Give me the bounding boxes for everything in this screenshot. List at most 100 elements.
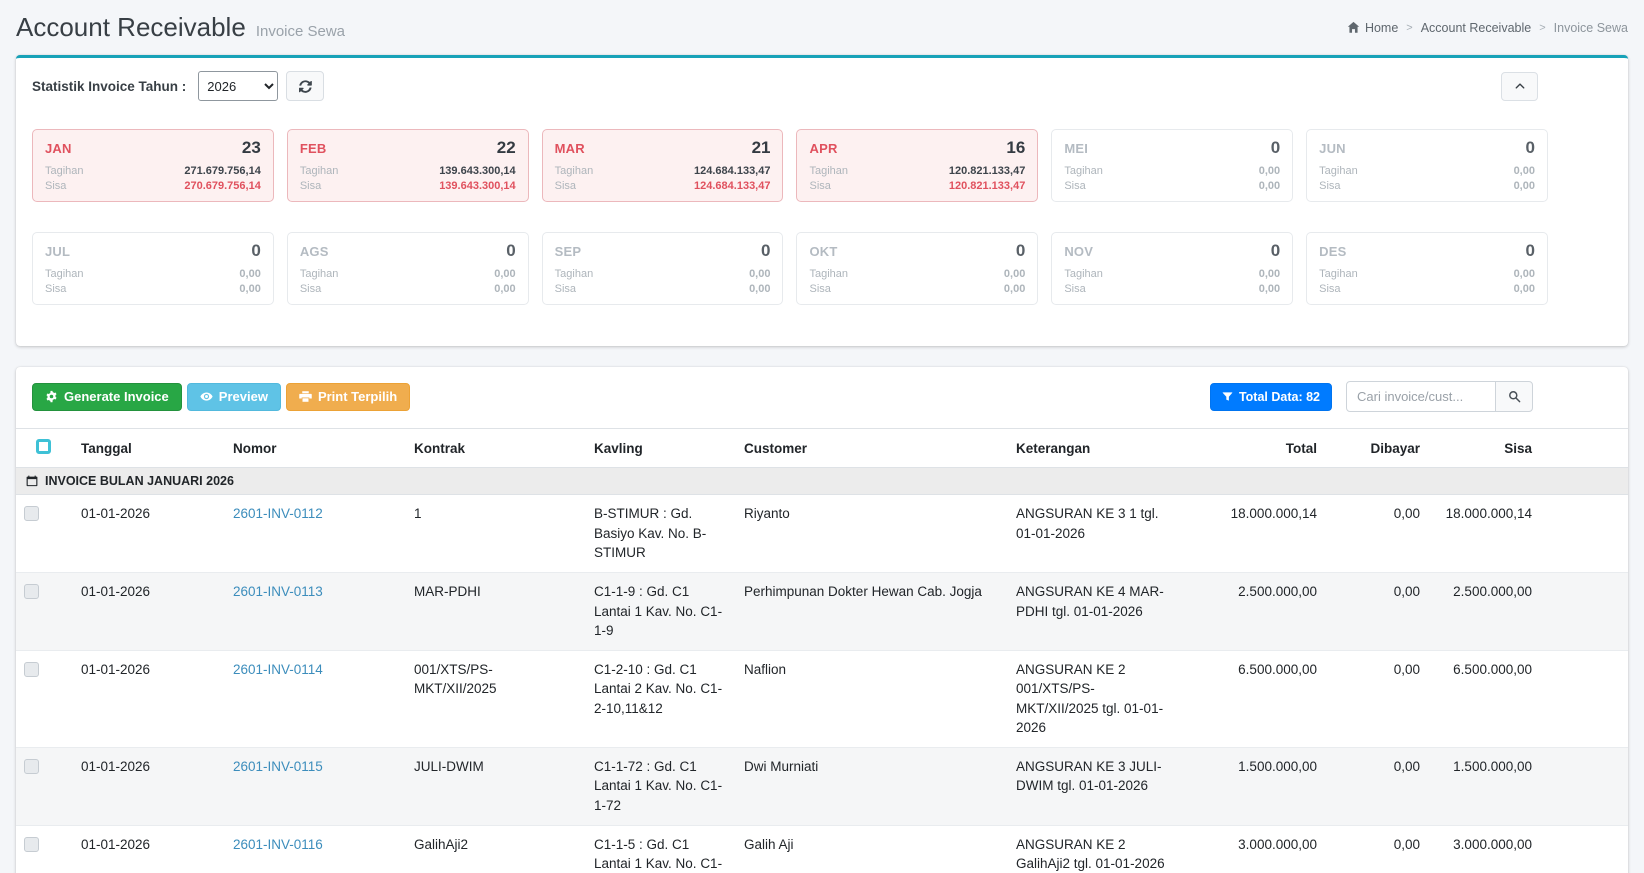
- month-name: JUL: [45, 244, 70, 259]
- row-checkbox[interactable]: [24, 584, 39, 599]
- header-sisa: Sisa: [1430, 429, 1542, 468]
- month-name: JUN: [1319, 141, 1346, 156]
- calendar-icon: [26, 475, 38, 487]
- year-select[interactable]: 2026: [198, 71, 278, 101]
- cell-keterangan: ANGSURAN KE 4 MAR-PDHI tgl. 01-01-2026: [1006, 572, 1176, 650]
- sisa-label: Sisa: [300, 179, 321, 194]
- sisa-label: Sisa: [1319, 179, 1340, 194]
- cell-total: 6.500.000,00: [1176, 650, 1327, 747]
- sisa-value: 120.821.133,47: [949, 179, 1025, 194]
- invoice-number-link[interactable]: 2601-INV-0116: [233, 837, 323, 852]
- month-card-nov: NOV 0 Tagihan0,00 Sisa0,00: [1051, 232, 1293, 305]
- invoice-number-link[interactable]: 2601-INV-0112: [233, 506, 323, 521]
- breadcrumb-separator: >: [1539, 22, 1545, 34]
- chevron-up-icon: [1514, 80, 1526, 92]
- sisa-value: 0,00: [1259, 179, 1280, 194]
- cell-dibayar: 0,00: [1327, 572, 1430, 650]
- sisa-label: Sisa: [45, 282, 66, 297]
- tagihan-value: 271.679.756,14: [184, 164, 260, 179]
- row-checkbox[interactable]: [24, 662, 39, 677]
- row-checkbox[interactable]: [24, 837, 39, 852]
- months-grid: JAN 23 Tagihan271.679.756,14 Sisa270.679…: [16, 113, 1628, 346]
- breadcrumb-home-label: Home: [1365, 21, 1398, 35]
- cell-kavling: C1-2-10 : Gd. C1 Lantai 2 Kav. No. C1-2-…: [584, 650, 734, 747]
- sisa-value: 0,00: [1004, 282, 1025, 297]
- invoice-number-link[interactable]: 2601-INV-0114: [233, 662, 323, 677]
- preview-button[interactable]: Preview: [187, 383, 281, 411]
- month-card-ags: AGS 0 Tagihan0,00 Sisa0,00: [287, 232, 529, 305]
- month-group-row: INVOICE BULAN JANUARI 2026: [16, 468, 1628, 495]
- cell-customer: Naflion: [734, 650, 1006, 747]
- cell-kontrak: 1: [404, 495, 584, 573]
- invoice-number-link[interactable]: 2601-INV-0113: [233, 584, 323, 599]
- cell-kontrak: JULI-DWIM: [404, 747, 584, 825]
- collapse-button[interactable]: [1501, 72, 1538, 101]
- table-row: 01-01-2026 2601-INV-0115 JULI-DWIM C1-1-…: [16, 747, 1628, 825]
- month-card-mar: MAR 21 Tagihan124.684.133,47 Sisa124.684…: [542, 129, 784, 202]
- cell-dibayar: 0,00: [1327, 495, 1430, 573]
- tagihan-label: Tagihan: [809, 164, 848, 179]
- month-invoice-count: 0: [1016, 241, 1025, 261]
- header-total: Total: [1176, 429, 1327, 468]
- search-input[interactable]: [1346, 381, 1496, 412]
- tagihan-label: Tagihan: [1319, 164, 1358, 179]
- month-invoice-count: 0: [761, 241, 770, 261]
- filter-icon: [1222, 391, 1233, 402]
- month-card-apr: APR 16 Tagihan120.821.133,47 Sisa120.821…: [796, 129, 1038, 202]
- tagihan-label: Tagihan: [45, 267, 84, 282]
- month-invoice-count: 0: [1271, 241, 1280, 261]
- generate-invoice-button[interactable]: Generate Invoice: [32, 383, 182, 411]
- month-invoice-count: 16: [1006, 138, 1025, 158]
- sisa-value: 139.643.300,14: [439, 179, 515, 194]
- search-icon: [1508, 390, 1521, 403]
- breadcrumb-home-link[interactable]: Home: [1347, 21, 1398, 35]
- cell-dibayar: 0,00: [1327, 650, 1430, 747]
- statistics-card-header: Statistik Invoice Tahun : 2026: [16, 58, 1628, 113]
- tagihan-value: 0,00: [1259, 164, 1280, 179]
- cell-total: 3.000.000,00: [1176, 825, 1327, 873]
- month-card-des: DES 0 Tagihan0,00 Sisa0,00: [1306, 232, 1548, 305]
- sisa-label: Sisa: [1064, 282, 1085, 297]
- sisa-label: Sisa: [555, 179, 576, 194]
- cell-keterangan: ANGSURAN KE 2 GalihAji2 tgl. 01-01-2026: [1006, 825, 1176, 873]
- refresh-button[interactable]: [286, 71, 324, 101]
- sisa-label: Sisa: [300, 282, 321, 297]
- table-header-row: Tanggal Nomor Kontrak Kavling Customer K…: [16, 429, 1628, 468]
- tagihan-value: 139.643.300,14: [439, 164, 515, 179]
- gear-icon: [45, 390, 58, 403]
- cell-kavling: C1-1-5 : Gd. C1 Lantai 1 Kav. No. C1-1-5…: [584, 825, 734, 873]
- month-invoice-count: 0: [1526, 138, 1535, 158]
- breadcrumb-account-receivable-link[interactable]: Account Receivable: [1421, 21, 1531, 35]
- cell-sisa: 1.500.000,00: [1430, 747, 1542, 825]
- sisa-value: 0,00: [1514, 179, 1535, 194]
- month-card-mei: MEI 0 Tagihan0,00 Sisa0,00: [1051, 129, 1293, 202]
- header-kontrak: Kontrak: [404, 429, 584, 468]
- print-terpilih-button[interactable]: Print Terpilih: [286, 383, 410, 411]
- header-nomor: Nomor: [223, 429, 404, 468]
- toolbar: Generate Invoice Preview Print Terpilih: [16, 367, 1628, 428]
- header-dibayar: Dibayar: [1327, 429, 1430, 468]
- invoice-number-link[interactable]: 2601-INV-0115: [233, 759, 323, 774]
- cell-sisa: 6.500.000,00: [1430, 650, 1542, 747]
- cell-customer: Riyanto: [734, 495, 1006, 573]
- search-button[interactable]: [1495, 381, 1533, 412]
- page-subtitle: Invoice Sewa: [256, 23, 345, 40]
- month-invoice-count: 22: [497, 138, 516, 158]
- cell-total: 2.500.000,00: [1176, 572, 1327, 650]
- tagihan-label: Tagihan: [555, 164, 594, 179]
- row-checkbox[interactable]: [24, 506, 39, 521]
- total-data-button[interactable]: Total Data: 82: [1210, 383, 1332, 411]
- sisa-label: Sisa: [45, 179, 66, 194]
- page-title: Account Receivable: [16, 12, 246, 43]
- tagihan-label: Tagihan: [809, 267, 848, 282]
- row-checkbox[interactable]: [24, 759, 39, 774]
- cell-kontrak: MAR-PDHI: [404, 572, 584, 650]
- cell-sisa: 3.000.000,00: [1430, 825, 1542, 873]
- cell-kavling: B-STIMUR : Gd. Basiyo Kav. No. B-STIMUR: [584, 495, 734, 573]
- month-name: NOV: [1064, 244, 1093, 259]
- tagihan-label: Tagihan: [555, 267, 594, 282]
- tagihan-value: 0,00: [749, 267, 770, 282]
- sisa-label: Sisa: [1064, 179, 1085, 194]
- select-all-checkbox[interactable]: [36, 439, 51, 454]
- cell-customer: Galih Aji: [734, 825, 1006, 873]
